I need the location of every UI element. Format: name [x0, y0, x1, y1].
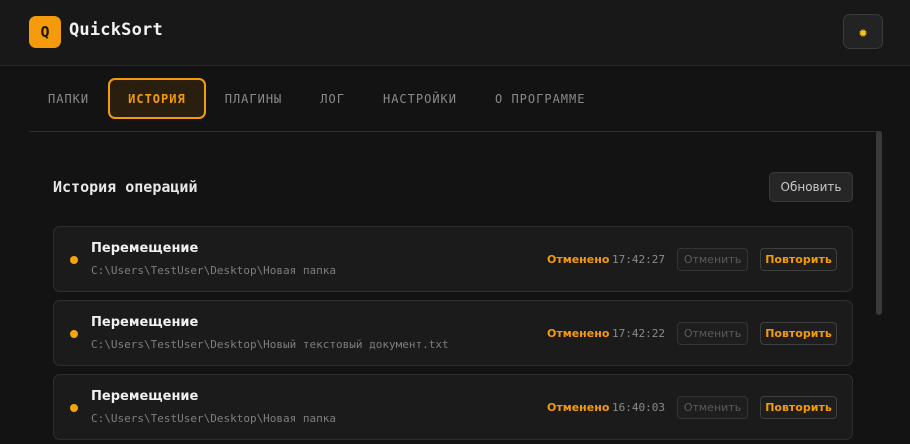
refresh-button[interactable]: Обновить [769, 172, 853, 202]
status-badge: Отменено [547, 327, 610, 340]
history-item: Перемещение C:\Users\TestUser\Desktop\Но… [53, 300, 853, 366]
redo-button[interactable]: Повторить [760, 248, 837, 271]
tab-about[interactable]: О ПРОГРАММЕ [476, 78, 604, 119]
operation-path: C:\Users\TestUser\Desktop\Новая папка [91, 264, 337, 277]
undo-button[interactable]: Отменить [677, 248, 748, 271]
tab-log[interactable]: ЛОГ [301, 78, 364, 119]
operation-type: Перемещение [91, 389, 199, 404]
status-badge: Отменено [547, 253, 610, 266]
undo-button[interactable]: Отменить [677, 396, 748, 419]
status-dot [70, 256, 78, 264]
status-badge: Отменено [547, 401, 610, 414]
redo-button[interactable]: Повторить [760, 322, 837, 345]
app-window: Q QuickSort ✹ ПАПКИ ИСТОРИЯ ПЛАГИНЫ ЛОГ … [0, 0, 910, 444]
app-header: Q QuickSort ✹ [0, 0, 910, 66]
history-item: Перемещение C:\Users\TestUser\Desktop\Но… [53, 374, 853, 440]
sun-icon: ✹ [858, 22, 868, 41]
history-item: Перемещение C:\Users\TestUser\Desktop\Но… [53, 226, 853, 292]
operation-path: C:\Users\TestUser\Desktop\Новый текстовы… [91, 338, 449, 351]
tabs-divider [29, 131, 882, 132]
undo-button[interactable]: Отменить [677, 322, 748, 345]
tab-folders[interactable]: ПАПКИ [29, 78, 108, 119]
app-title: QuickSort [69, 20, 163, 40]
scrollbar-thumb[interactable] [876, 131, 882, 315]
operation-time: 17:42:27 [612, 253, 665, 266]
operation-path: C:\Users\TestUser\Desktop\Новая папка [91, 412, 337, 425]
operation-time: 16:40:03 [612, 401, 665, 414]
operation-time: 17:42:22 [612, 327, 665, 340]
page-title: История операций [53, 178, 198, 196]
app-logo: Q [29, 16, 61, 48]
theme-toggle-button[interactable]: ✹ [843, 14, 883, 49]
logo-letter: Q [40, 23, 50, 41]
operation-type: Перемещение [91, 315, 199, 330]
tab-plugins[interactable]: ПЛАГИНЫ [206, 78, 302, 119]
tab-history[interactable]: ИСТОРИЯ [108, 78, 206, 119]
status-dot [70, 330, 78, 338]
redo-button[interactable]: Повторить [760, 396, 837, 419]
tab-settings[interactable]: НАСТРОЙКИ [364, 78, 476, 119]
tab-bar: ПАПКИ ИСТОРИЯ ПЛАГИНЫ ЛОГ НАСТРОЙКИ О ПР… [29, 78, 882, 119]
operation-type: Перемещение [91, 241, 199, 256]
history-list: Перемещение C:\Users\TestUser\Desktop\Но… [53, 226, 853, 444]
status-dot [70, 404, 78, 412]
